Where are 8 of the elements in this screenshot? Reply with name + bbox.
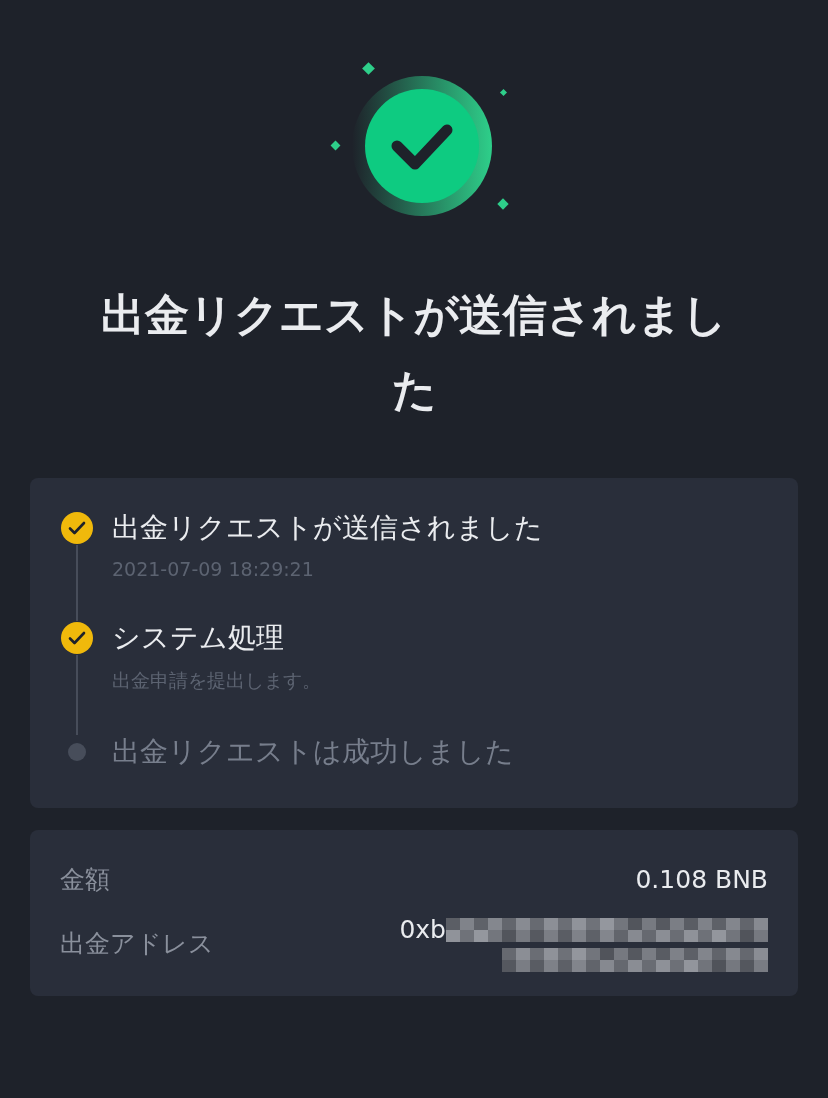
detail-value: 0.108 BNB bbox=[635, 865, 768, 895]
page-title: 出金リクエストが送信されました bbox=[100, 288, 728, 417]
detail-label: 金額 bbox=[60, 864, 110, 897]
step-label: 出金リクエストは成功しました bbox=[112, 733, 515, 770]
address-value: 0xb bbox=[399, 915, 446, 945]
step-label: システム処理 bbox=[112, 619, 285, 656]
detail-label: 出金アドレス bbox=[60, 928, 214, 961]
step-label: 出金リクエストが送信されました bbox=[112, 509, 544, 546]
